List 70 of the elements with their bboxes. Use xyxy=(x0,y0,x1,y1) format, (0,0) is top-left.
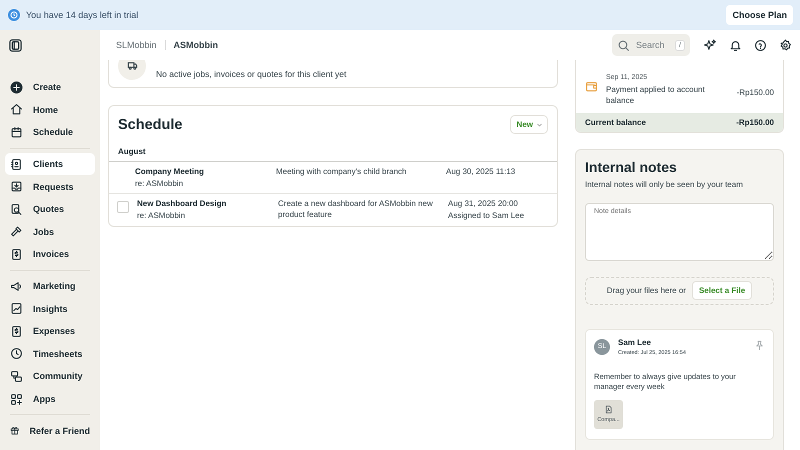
schedule-title: Schedule xyxy=(118,116,182,132)
nav-item[interactable]: Jobs xyxy=(5,220,95,244)
balance-amount: -Rp150.00 xyxy=(736,118,774,127)
dollar-document-icon xyxy=(10,248,23,261)
nav-item[interactable]: Quotes xyxy=(5,198,95,221)
nav-item[interactable]: Invoices xyxy=(5,243,95,266)
empty-state-message: No active jobs, invoices or quotes for this client yet xyxy=(156,68,346,78)
select-file-button[interactable]: Select a File xyxy=(692,281,752,300)
calendar-icon xyxy=(10,126,23,139)
schedule-item-date: Aug 31, 2025 20:00 xyxy=(448,199,519,208)
breadcrumb-link[interactable]: ASMobbin xyxy=(164,40,226,50)
nav-item[interactable]: Refer a Friend xyxy=(5,419,95,442)
chart-document-icon xyxy=(10,302,23,316)
caret-icon xyxy=(537,122,542,126)
nav-item[interactable]: Community xyxy=(5,365,95,388)
assignee-label: Assigned to Sam Lee xyxy=(448,211,524,220)
notes-subtitle: Internal notes will only be seen by your team xyxy=(585,180,744,189)
sparkles-icon xyxy=(704,38,717,52)
nav-item[interactable]: Marketing xyxy=(5,274,95,298)
file-drop-zone[interactable]: Drag your files here or Select a File xyxy=(585,276,774,305)
breadcrumb-link[interactable]: SLMobbin xyxy=(108,40,165,50)
note-author: Sam Lee xyxy=(618,338,652,347)
nav-item[interactable]: Expenses xyxy=(5,320,95,343)
gift-icon xyxy=(10,424,20,438)
nav-item[interactable]: Create xyxy=(5,76,95,99)
search-field[interactable]: Search xyxy=(636,40,664,50)
nav-item[interactable]: Home xyxy=(5,98,95,122)
month-heading: August xyxy=(109,134,557,162)
inbox-download-icon xyxy=(10,180,23,194)
schedule-item-date: Aug 30, 2025 11:13 xyxy=(446,167,516,176)
contact-card-icon xyxy=(10,158,23,171)
apps-grid-icon xyxy=(10,392,23,406)
payment-description: Payment applied to account balance xyxy=(606,85,706,107)
schedule-item-title[interactable]: New Dashboard Design xyxy=(137,199,270,208)
drop-hint: Drag your files here or xyxy=(606,286,686,296)
settings-icon xyxy=(779,38,792,52)
magnifier-document-icon xyxy=(10,202,23,216)
schedule-item-title[interactable]: Company Meeting xyxy=(135,167,268,176)
trial-message: You have 14 days left in trial xyxy=(26,10,140,20)
choose-plan-button[interactable]: Choose Plan xyxy=(726,5,793,25)
nav-item[interactable]: Insights xyxy=(5,297,95,320)
client-reference: re: ASMobbin xyxy=(135,179,184,188)
chat-bubbles-icon xyxy=(10,370,23,383)
plus-circle-icon xyxy=(10,80,23,94)
new-button[interactable]: New xyxy=(510,115,548,134)
nav-item[interactable]: Clients xyxy=(5,152,95,176)
nav-item[interactable]: Timesheets xyxy=(5,342,95,366)
pdf-file-icon xyxy=(604,405,613,414)
payment-amount: -Rp150.00 xyxy=(736,88,774,99)
nav-item[interactable]: Apps xyxy=(5,388,95,410)
megaphone-icon xyxy=(10,280,23,293)
bell-icon xyxy=(729,38,742,52)
logo-icon xyxy=(8,38,23,53)
help-icon xyxy=(754,38,767,52)
notes-title: Internal notes xyxy=(585,158,678,175)
schedule-item-description: Meeting with company's child branch xyxy=(276,167,408,178)
hammer-icon xyxy=(10,225,23,238)
schedule-item-description: Create a new dashboard for ASMobbin new product feature xyxy=(278,199,434,221)
nav-item[interactable]: Requests xyxy=(5,175,95,198)
wallet-icon xyxy=(585,80,598,93)
clock-icon xyxy=(8,9,20,21)
pin-icon xyxy=(754,340,765,352)
home-icon xyxy=(10,103,23,116)
clock-icon xyxy=(10,347,23,360)
receipt-icon xyxy=(10,324,23,338)
search-icon xyxy=(617,38,630,52)
client-reference: re: ASMobbin xyxy=(137,211,186,220)
balance-label: Current balance xyxy=(585,118,646,127)
task-checkbox[interactable] xyxy=(117,201,129,213)
nav-item[interactable]: Schedule xyxy=(5,121,95,144)
